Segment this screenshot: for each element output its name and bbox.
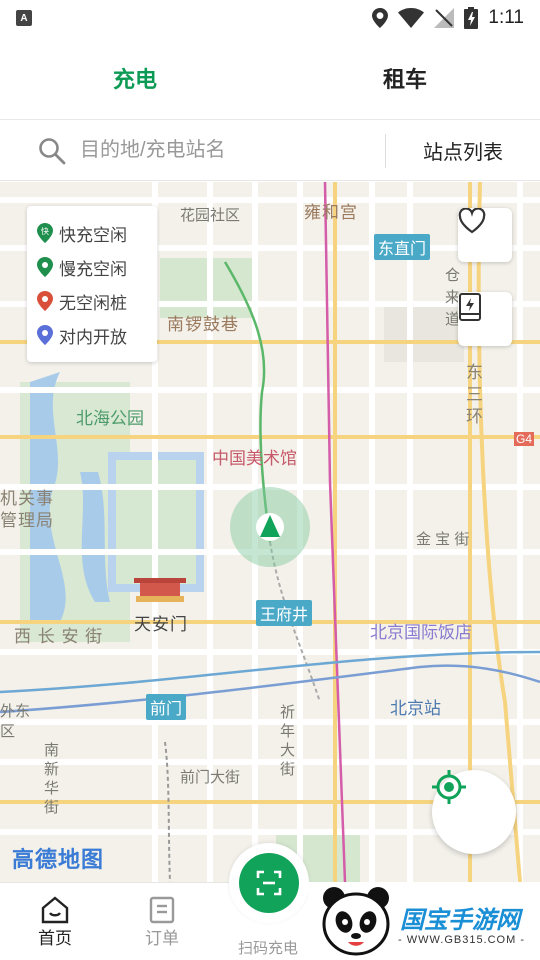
- tab-rental[interactable]: 租车: [270, 36, 540, 119]
- crosshair-icon: [432, 770, 466, 804]
- amap-logo: 高德地图: [12, 847, 105, 872]
- metro-station-label: 王府井: [256, 600, 313, 626]
- legend-fast-idle: 快 快充空闲: [37, 216, 147, 250]
- map-label: 区: [0, 723, 16, 740]
- site-watermark: 国宝手游网 - WWW.GB315.COM -: [308, 882, 540, 960]
- clock: 1:11: [488, 7, 524, 28]
- top-tabs: 充电 租车: [0, 36, 540, 120]
- map-label: 前门大街: [180, 769, 241, 786]
- search-box[interactable]: [0, 121, 385, 180]
- charger-icon: [459, 293, 481, 321]
- svg-text:快: 快: [41, 226, 49, 236]
- slow-charge-pin-icon: [37, 257, 53, 277]
- map-label: 金 宝 街: [416, 531, 470, 548]
- no-idle-pin-icon: [37, 291, 53, 311]
- map-legend: 快 快充空闲 慢充空闲 无空闲桩 对内开放: [27, 206, 157, 362]
- no-signal-icon: [434, 8, 455, 28]
- watermark-url: - WWW.GB315.COM -: [398, 934, 525, 946]
- map-label: 南新华街: [42, 742, 59, 818]
- scan-charge-label: 扫码充电: [238, 940, 299, 957]
- search-input[interactable]: [80, 139, 360, 162]
- battery-icon: [464, 7, 479, 29]
- fast-charge-pin-icon: 快: [37, 223, 53, 243]
- scan-button-circle: [239, 853, 299, 913]
- map-label: 北京国际饭店: [370, 623, 472, 642]
- orders-icon: [149, 896, 175, 923]
- map-label: 南锣鼓巷: [167, 315, 239, 334]
- home-icon: [41, 895, 69, 923]
- legend-slow-idle: 慢充空闲: [37, 250, 147, 284]
- map-label: 雍和宫: [304, 203, 358, 222]
- scan-icon: [256, 870, 282, 896]
- map-label: 仓: [445, 267, 461, 284]
- notification-icon: A: [16, 10, 32, 26]
- nav-orders[interactable]: 订单: [137, 883, 187, 960]
- map-label: 管理局: [0, 511, 54, 530]
- panda-logo-icon: [322, 887, 390, 956]
- legend-no-idle: 无空闲桩: [37, 284, 147, 318]
- map-label: 西 长 安 街: [14, 627, 104, 646]
- favorite-button[interactable]: [458, 208, 512, 262]
- highway-badge: G4: [514, 432, 535, 446]
- tab-charging[interactable]: 充电: [0, 36, 270, 119]
- internal-pin-icon: [37, 325, 53, 345]
- watermark-brand: 国宝手游网: [400, 907, 520, 934]
- map-label: 中国美术馆: [212, 449, 297, 468]
- map-label: 祈年大街: [278, 704, 295, 780]
- map-label: 花园社区: [180, 207, 241, 224]
- search-icon: [39, 137, 66, 164]
- scan-charge-button[interactable]: [229, 843, 309, 923]
- heart-icon: [458, 208, 486, 234]
- wifi-icon: [398, 8, 425, 28]
- nav-home[interactable]: 首页: [30, 883, 80, 960]
- search-bar: 站点列表: [0, 121, 540, 181]
- map-label: 外东: [0, 703, 31, 720]
- map-label: 北京站: [390, 699, 441, 718]
- app-screen: A 1:11 充电 租车 站点列表: [0, 0, 540, 960]
- status-bar: A 1:11: [0, 0, 540, 36]
- station-list-button[interactable]: 站点列表: [386, 121, 540, 180]
- map-label: 北海公园: [76, 409, 144, 428]
- map-label: 天安门: [134, 615, 188, 634]
- status-icons: 1:11: [372, 7, 524, 29]
- metro-station-label: 东直门: [374, 234, 431, 260]
- map-view[interactable]: 快 快充空闲 慢充空闲 无空闲桩 对内开放 花园社区 雍和宫 东直门 仓 来 道…: [0, 182, 540, 882]
- legend-internal: 对内开放: [37, 318, 147, 352]
- map-label: 环: [466, 407, 484, 426]
- metro-station-label: 前门: [146, 694, 187, 720]
- location-status-icon: [372, 8, 389, 28]
- locate-me-button[interactable]: [432, 770, 516, 854]
- charger-filter-button[interactable]: [458, 292, 512, 346]
